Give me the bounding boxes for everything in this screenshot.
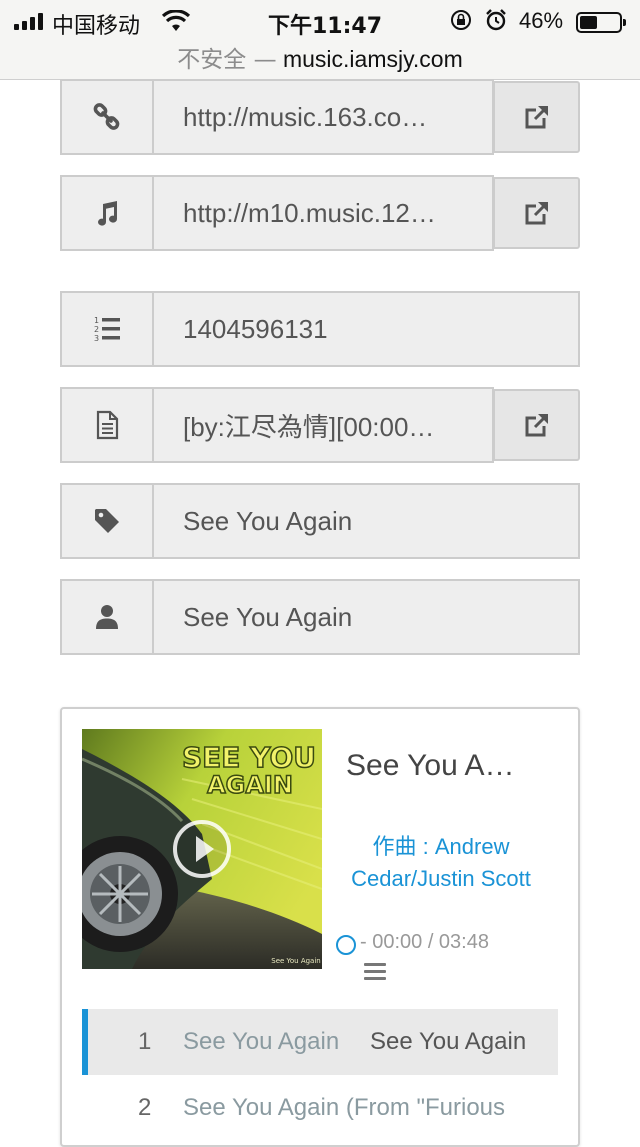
music-player: SEE YOU AGAIN See You Again See You A… 作… [60, 707, 580, 1147]
page-link-group: http://music.163.co… [60, 79, 580, 155]
status-bar: 中国移动 下午11:47 46% 不安全 — music.iamsjy.com [0, 0, 640, 80]
play-icon[interactable] [172, 819, 232, 879]
insecure-label: 不安全 — [177, 47, 277, 73]
audio-url-group: http://m10.music.12… [60, 175, 580, 251]
playlist-item-name: See You Again [183, 1028, 340, 1055]
playlist: 1 See You Again See You Again 2 See You … [82, 1009, 558, 1141]
page-link-field[interactable]: http://music.163.co… [152, 79, 494, 155]
title-addon [60, 483, 154, 559]
artist-group: See You Again [60, 579, 580, 655]
music-note-icon [98, 201, 118, 226]
playlist-item-number: 2 [138, 1094, 152, 1121]
music-addon [60, 175, 154, 251]
svg-text:1: 1 [94, 316, 99, 325]
album-cover[interactable]: SEE YOU AGAIN See You Again [82, 729, 322, 969]
track-title: See You A… [346, 749, 515, 782]
wifi-icon [162, 10, 190, 31]
active-indicator [82, 1009, 88, 1075]
clock: 下午11:47 [268, 14, 383, 39]
lyrics-group: [by:江尽為情][00:00… [60, 387, 580, 463]
song-id-group: 1 2 3 1404596131 [60, 291, 580, 367]
battery-percent: 46% [519, 8, 564, 33]
address-bar[interactable]: 不安全 — music.iamsjy.com [0, 40, 640, 74]
link-addon [60, 79, 154, 155]
cover-title-line2: AGAIN [207, 771, 293, 799]
battery-icon [576, 12, 626, 33]
external-link-icon [525, 202, 548, 225]
external-link-icon [525, 106, 548, 129]
cover-caption: See You Again [271, 957, 320, 965]
open-lyrics-button[interactable] [493, 389, 580, 461]
playlist-item-name: See You Again (From "Furious [183, 1094, 506, 1121]
playlist-toggle-icon[interactable] [364, 963, 386, 983]
ordered-list-icon: 1 2 3 [94, 316, 120, 343]
title-field[interactable]: See You Again [152, 483, 580, 559]
artist-addon [60, 579, 154, 655]
playlist-item-artist: See You Again [370, 1028, 527, 1055]
tag-icon [95, 509, 119, 533]
orientation-lock-icon [451, 10, 471, 30]
external-link-icon [525, 414, 548, 437]
user-icon [96, 605, 118, 629]
progress-handle[interactable] [336, 935, 356, 955]
time-display: - 00:00 / 03:48 [360, 931, 489, 953]
url-host: music.iamsjy.com [282, 46, 463, 72]
cover-title-line1: SEE YOU [182, 741, 316, 774]
id-addon: 1 2 3 [60, 291, 154, 367]
carrier-name: 中国移动 [52, 14, 141, 39]
playlist-item-number: 1 [138, 1028, 152, 1055]
playlist-item[interactable]: 2 See You Again (From "Furious [82, 1075, 558, 1141]
signal-strength-icon [14, 12, 43, 30]
lyrics-field[interactable]: [by:江尽為情][00:00… [152, 387, 494, 463]
file-text-icon [96, 410, 119, 440]
svg-text:2: 2 [94, 325, 99, 334]
open-audio-url-button[interactable] [493, 177, 580, 249]
lyrics-addon [60, 387, 154, 463]
link-icon [93, 103, 120, 130]
playlist-item[interactable]: 1 See You Again See You Again [82, 1009, 558, 1075]
svg-text:3: 3 [94, 334, 99, 343]
composer-text: 作曲 : Andrew Cedar/Justin Scott [351, 834, 531, 891]
song-id-field[interactable]: 1404596131 [152, 291, 580, 367]
open-page-link-button[interactable] [493, 81, 580, 153]
alarm-icon [486, 9, 506, 31]
audio-url-field[interactable]: http://m10.music.12… [152, 175, 494, 251]
title-group: See You Again [60, 483, 580, 559]
artist-field[interactable]: See You Again [152, 579, 580, 655]
